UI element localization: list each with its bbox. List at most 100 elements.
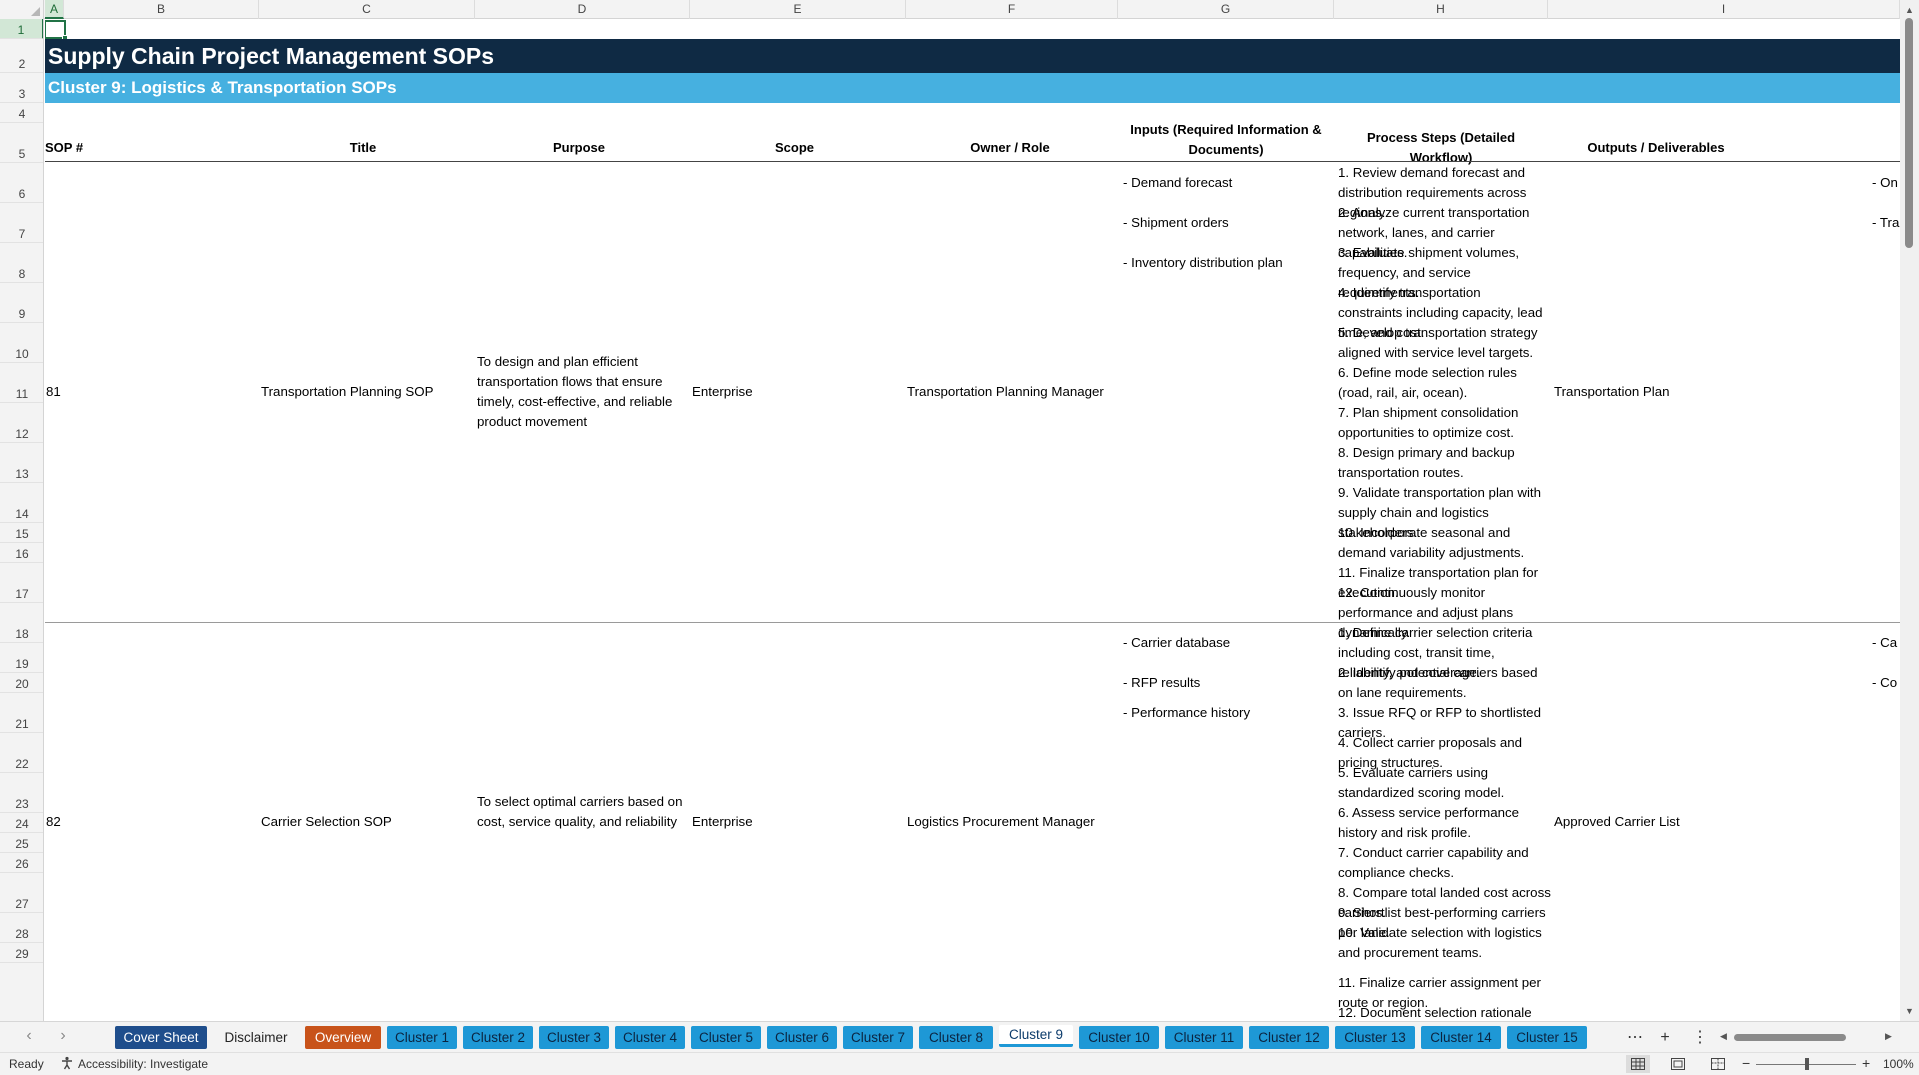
sheet-tab-cluster-12[interactable]: Cluster 12 <box>1249 1026 1329 1049</box>
row-header-4[interactable]: 4 <box>0 103 43 123</box>
row-header-17[interactable]: 17 <box>0 563 43 603</box>
row-header-3[interactable]: 3 <box>0 73 43 103</box>
normal-view-icon[interactable] <box>1626 1055 1650 1073</box>
cell-step[interactable]: 6. Define mode selection rules (road, ra… <box>1338 363 1548 403</box>
row-header-25[interactable]: 25 <box>0 833 43 853</box>
cell-sop-number[interactable]: 82 <box>46 812 61 832</box>
select-all-corner[interactable] <box>0 0 44 19</box>
active-cell-A1[interactable] <box>45 20 68 41</box>
sheet-tab-cluster-6[interactable]: Cluster 6 <box>767 1026 837 1049</box>
cell-step[interactable]: 7. Conduct carrier capability and compli… <box>1338 843 1548 883</box>
cell-input-item[interactable]: - RFP results <box>1123 673 1200 693</box>
column-header-F[interactable]: F <box>906 0 1118 19</box>
column-header-C[interactable]: C <box>259 0 475 19</box>
vertical-scrollbar[interactable]: ▲ ▼ <box>1900 0 1919 1021</box>
row-header-7[interactable]: 7 <box>0 203 43 243</box>
tab-scroll-left-icon[interactable]: ‹ <box>18 1027 40 1045</box>
sheet-tab-disclaimer[interactable]: Disclaimer <box>213 1026 299 1049</box>
cell-purpose[interactable]: To design and plan efficient transportat… <box>477 352 689 432</box>
cell-sop-number[interactable]: 81 <box>46 382 61 402</box>
accessibility-status[interactable]: Accessibility: Investigate <box>78 1057 208 1071</box>
row-header-23[interactable]: 23 <box>0 773 43 813</box>
header-outputs[interactable]: Outputs / Deliverables <box>1548 138 1764 158</box>
sheet-tab-cluster-14[interactable]: Cluster 14 <box>1421 1026 1501 1049</box>
row-header-24[interactable]: 24 <box>0 813 43 833</box>
row-header-11[interactable]: 11 <box>0 363 43 403</box>
header-process-steps[interactable]: Process Steps (Detailed Workflow) <box>1334 130 1548 165</box>
row-header-14[interactable]: 14 <box>0 483 43 523</box>
row-header-5[interactable]: 5 <box>0 123 43 163</box>
column-header-B[interactable]: B <box>64 0 259 19</box>
cell-step[interactable]: 8. Design primary and backup transportat… <box>1338 443 1548 483</box>
zoom-level[interactable]: 100% <box>1883 1057 1914 1071</box>
header-title[interactable]: Title <box>255 138 471 158</box>
cell-step[interactable]: 5. Evaluate carriers using standardized … <box>1338 763 1548 803</box>
header-owner[interactable]: Owner / Role <box>902 138 1118 158</box>
scroll-right-arrow-icon[interactable]: ▶ <box>1885 1031 1892 1042</box>
cell-step[interactable]: 6. Assess service performance history an… <box>1338 803 1548 843</box>
sheet-tab-cluster-2[interactable]: Cluster 2 <box>463 1026 533 1049</box>
sheet-tab-cluster-9[interactable]: Cluster 9 <box>999 1025 1073 1047</box>
cell-outputs[interactable]: Transportation Plan <box>1554 382 1670 402</box>
cell-overflow-text[interactable]: - Ca <box>1872 633 1897 653</box>
add-sheet-icon[interactable]: + <box>1653 1026 1677 1049</box>
page-layout-view-icon[interactable] <box>1666 1055 1690 1073</box>
column-header-D[interactable]: D <box>475 0 690 19</box>
row-header-28[interactable]: 28 <box>0 913 43 943</box>
cell-owner[interactable]: Logistics Procurement Manager <box>907 812 1095 832</box>
column-header-E[interactable]: E <box>690 0 906 19</box>
column-header-H[interactable]: H <box>1334 0 1548 19</box>
sheet-tab-cluster-15[interactable]: Cluster 15 <box>1507 1026 1587 1049</box>
row-header-10[interactable]: 10 <box>0 323 43 363</box>
row-header-20[interactable]: 20 <box>0 673 43 693</box>
row-header-29[interactable]: 29 <box>0 943 43 963</box>
cell-title[interactable]: Transportation Planning SOP <box>261 382 433 402</box>
cell-step[interactable]: 5. Develop transportation strategy align… <box>1338 323 1548 363</box>
cell-scope[interactable]: Enterprise <box>692 382 753 402</box>
cell-owner[interactable]: Transportation Planning Manager <box>907 382 1104 402</box>
cell-overflow-text[interactable]: - On <box>1872 173 1898 193</box>
cell-scope[interactable]: Enterprise <box>692 812 753 832</box>
row-header-13[interactable]: 13 <box>0 443 43 483</box>
sheet-title[interactable]: Supply Chain Project Management SOPs <box>45 39 1900 73</box>
row-header-12[interactable]: 12 <box>0 403 43 443</box>
cell-overflow-text[interactable]: - Tra <box>1872 213 1899 233</box>
sheet-tab-cluster-10[interactable]: Cluster 10 <box>1079 1026 1159 1049</box>
sheet-tab-cluster-13[interactable]: Cluster 13 <box>1335 1026 1415 1049</box>
header-inputs[interactable]: Inputs (Required Information & Documents… <box>1118 120 1334 160</box>
header-purpose[interactable]: Purpose <box>471 138 687 158</box>
cell-title[interactable]: Carrier Selection SOP <box>261 812 392 832</box>
row-header-18[interactable]: 18 <box>0 603 43 643</box>
tab-scroll-right-icon[interactable]: › <box>52 1027 74 1045</box>
row-header-22[interactable]: 22 <box>0 733 43 773</box>
more-sheets-icon[interactable]: ⋯ <box>1623 1026 1647 1049</box>
row-header-1[interactable]: 1 <box>0 19 43 39</box>
sheet-tab-cluster-3[interactable]: Cluster 3 <box>539 1026 609 1049</box>
zoom-slider-knob[interactable] <box>1805 1058 1809 1070</box>
cell-input-item[interactable]: - Inventory distribution plan <box>1123 253 1283 273</box>
row-header-15[interactable]: 15 <box>0 523 43 543</box>
horizontal-scrollbar[interactable]: ◀ ▶ <box>1720 1031 1895 1044</box>
cell-input-item[interactable]: - Performance history <box>1123 703 1250 723</box>
horizontal-scroll-thumb[interactable] <box>1734 1034 1846 1041</box>
accessibility-icon[interactable] <box>60 1056 74 1070</box>
scroll-down-arrow-icon[interactable]: ▼ <box>1900 1003 1919 1019</box>
cell-input-item[interactable]: - Shipment orders <box>1123 213 1229 233</box>
header-sop-number[interactable]: SOP # <box>45 138 105 158</box>
row-header-27[interactable]: 27 <box>0 873 43 913</box>
column-header-I[interactable]: I <box>1548 0 1900 19</box>
cell-step[interactable]: 10. Validate selection with logistics an… <box>1338 923 1548 963</box>
sheet-tab-cluster-8[interactable]: Cluster 8 <box>919 1026 993 1049</box>
sheet-tab-cover-sheet[interactable]: Cover Sheet <box>115 1026 207 1049</box>
cell-input-item[interactable]: - Carrier database <box>1123 633 1230 653</box>
sheet-tab-cluster-11[interactable]: Cluster 11 <box>1165 1026 1243 1049</box>
sheet-subtitle[interactable]: Cluster 9: Logistics & Transportation SO… <box>45 73 1900 103</box>
cell-overflow-text[interactable]: - Co <box>1872 673 1897 693</box>
zoom-out-button[interactable]: − <box>1742 1055 1750 1071</box>
row-header-8[interactable]: 8 <box>0 243 43 283</box>
cell-step[interactable]: 10. Incorporate seasonal and demand vari… <box>1338 523 1548 563</box>
cell-step[interactable]: 2. Identify potential carriers based on … <box>1338 663 1548 703</box>
sheet-tab-overview[interactable]: Overview <box>305 1026 381 1049</box>
column-header-A[interactable]: A <box>45 0 64 19</box>
row-header-2[interactable]: 2 <box>0 39 43 73</box>
